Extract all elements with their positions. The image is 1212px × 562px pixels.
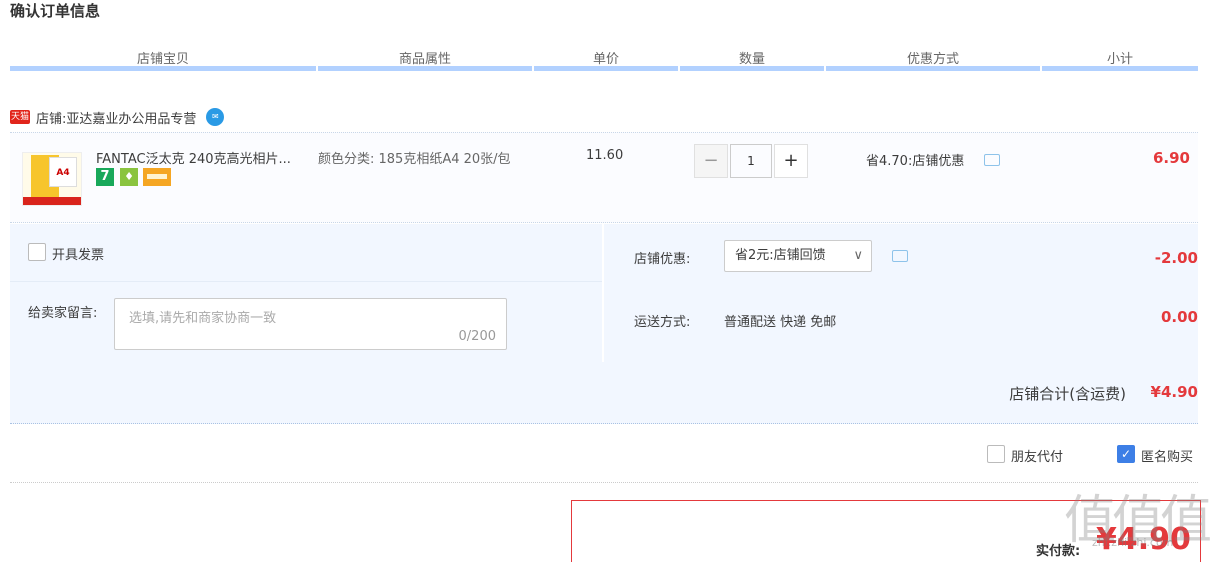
shipping-label: 运送方式:: [634, 315, 691, 330]
shop-coupon-selected: 省2元:店铺回馈: [735, 248, 826, 263]
shipping-method: 普通配送 快递 免邮: [724, 315, 837, 330]
friend-pay-checkbox[interactable]: [987, 445, 1005, 463]
coupon-info-icon[interactable]: [892, 250, 908, 262]
header-bar-segment: [680, 66, 824, 71]
shop-coupon-amount: -2.00: [1154, 249, 1198, 267]
page-title: 确认订单信息: [10, 2, 101, 20]
quantity-input[interactable]: 1: [730, 144, 772, 178]
shop-total-label: 店铺合计(含运费): [1009, 385, 1126, 403]
invoice-label: 开具发票: [52, 248, 105, 263]
divider: [10, 482, 1198, 483]
quantity-decrement-button[interactable]: −: [694, 144, 728, 178]
product-thumbnail[interactable]: A4: [22, 152, 82, 206]
watermark-url: zhi.zhi.zhi.com: [1092, 536, 1174, 549]
wangwang-chat-icon[interactable]: ✉: [206, 108, 225, 126]
column-header-unit-price: 单价: [592, 52, 619, 67]
header-bar-segment: [318, 66, 532, 71]
discount-info-icon[interactable]: [984, 154, 1000, 166]
column-header-subtotal: 小计: [1106, 52, 1133, 67]
invoice-checkbox[interactable]: [28, 243, 46, 261]
tmall-icon: 天猫: [10, 110, 30, 124]
shop-prefix: 店铺:: [36, 111, 67, 127]
friend-pay-label: 朋友代付: [1011, 450, 1064, 465]
product-attributes: 颜色分类: 185克相纸A4 20张/包: [318, 152, 511, 167]
order-options-right-panel: [604, 224, 1198, 362]
product-title-link[interactable]: FANTAC泛太克 240克高光相片...: [96, 148, 316, 167]
quantity-stepper: − 1 +: [694, 144, 808, 178]
anonymous-checkbox[interactable]: ✓: [1117, 445, 1135, 463]
guarantee-icon[interactable]: ♦: [120, 168, 138, 186]
anonymous-label: 匿名购买: [1141, 450, 1194, 465]
column-header-quantity: 数量: [738, 52, 765, 67]
item-discount-text: 省4.70:店铺优惠: [866, 154, 965, 169]
message-placeholder: 选填,请先和商家协商一致: [129, 311, 277, 326]
chevron-down-icon: ∨: [853, 248, 863, 263]
shipping-amount: 0.00: [1160, 308, 1198, 326]
shop-coupon-select[interactable]: 省2元:店铺回馈 ∨: [724, 240, 872, 272]
message-char-counter: 0/200: [458, 329, 496, 344]
column-header-attributes: 商品属性: [398, 52, 451, 67]
divider: [10, 281, 602, 282]
credit-card-icon[interactable]: [143, 168, 171, 186]
unit-price: 11.60: [586, 148, 624, 163]
header-bar-segment: [1042, 66, 1198, 71]
shop-total-value: ¥4.90: [1150, 383, 1198, 401]
header-bar-segment: [534, 66, 678, 71]
shop-name-link[interactable]: 亚达嘉业办公用品专营: [66, 108, 196, 127]
shop-coupon-label: 店铺优惠:: [634, 252, 691, 267]
item-row: [10, 132, 1198, 223]
column-header-discount: 优惠方式: [906, 52, 959, 67]
item-subtotal: 6.90: [1152, 149, 1190, 167]
quantity-increment-button[interactable]: +: [774, 144, 808, 178]
header-bar-segment: [10, 66, 316, 71]
seven-day-return-icon[interactable]: 7: [96, 168, 114, 186]
shop-row: 天猫 店铺: 亚达嘉业办公用品专营 ✉: [10, 106, 225, 128]
header-bar-segment: [826, 66, 1040, 71]
seller-message-textarea[interactable]: 选填,请先和商家协商一致 0/200: [114, 298, 507, 350]
column-header-shop-item: 店铺宝贝: [136, 52, 189, 67]
message-label: 给卖家留言:: [28, 306, 98, 321]
